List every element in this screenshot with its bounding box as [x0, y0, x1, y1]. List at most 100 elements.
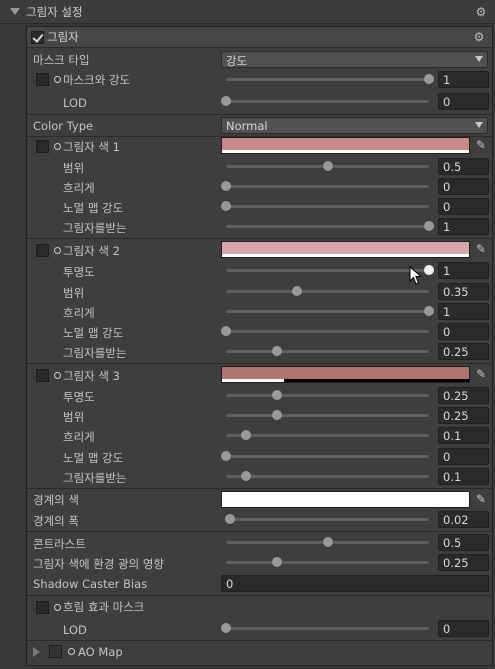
blur-mask-checkbox[interactable]	[36, 601, 49, 614]
lod-field[interactable]: 0	[438, 93, 489, 110]
slider-knob[interactable]	[271, 346, 282, 356]
color-type-dropdown[interactable]: Normal	[221, 117, 488, 134]
shadow2-color-field[interactable]	[221, 241, 470, 258]
shadow2-normal-slider[interactable]	[221, 323, 429, 340]
slider-knob[interactable]	[271, 557, 282, 567]
mask-intensity-field[interactable]: 1	[438, 71, 489, 88]
chevron-down-icon	[475, 56, 483, 62]
shadow1-receive-slider[interactable]	[226, 218, 434, 235]
shadow1-range-slider[interactable]	[226, 158, 429, 175]
shadow1-blur-field[interactable]: 0	[438, 178, 489, 195]
slider-track	[226, 414, 429, 417]
lod-label: LOD	[63, 96, 87, 110]
shadow1-checkbox[interactable]	[36, 140, 49, 153]
border-width-field[interactable]: 0.02	[438, 511, 489, 528]
slider-knob[interactable]	[424, 306, 434, 316]
shadow3-range-slider[interactable]	[226, 407, 429, 424]
shadow3-blur-slider[interactable]	[226, 427, 429, 444]
divider	[27, 640, 492, 641]
ao-map-checkbox[interactable]	[49, 645, 62, 658]
gear-icon[interactable]: ⚙	[474, 5, 488, 19]
blur-lod-value: 0	[443, 622, 451, 636]
shadow2-range-slider[interactable]	[226, 283, 429, 300]
mask-intensity-checkbox[interactable]	[36, 73, 49, 86]
slider-knob[interactable]	[225, 514, 236, 524]
slider-knob[interactable]	[221, 451, 231, 461]
slider-knob[interactable]	[424, 265, 434, 275]
lod-slider[interactable]	[221, 93, 429, 110]
border-color-field[interactable]	[221, 491, 470, 508]
shadow3-range-field[interactable]: 0.25	[438, 407, 489, 424]
shadow-caster-bias-field[interactable]: 0	[221, 575, 489, 592]
slider-knob[interactable]	[241, 471, 252, 481]
gear-icon[interactable]: ⚙	[472, 30, 486, 44]
eyedropper-icon[interactable]: ✎	[474, 242, 488, 256]
slider-knob[interactable]	[221, 326, 231, 336]
shadow2-opacity-field[interactable]: 1	[438, 262, 489, 279]
shadow1-normal-field[interactable]: 0	[438, 198, 489, 215]
slider-knob[interactable]	[292, 286, 303, 296]
env-light-slider[interactable]	[226, 554, 429, 571]
slider-knob[interactable]	[322, 161, 333, 171]
shadow2-receive-slider[interactable]	[226, 343, 429, 360]
foldout-arrow-icon[interactable]	[10, 8, 20, 15]
shadow1-range-field[interactable]: 0.5	[438, 158, 489, 175]
eyedropper-icon[interactable]: ✎	[474, 367, 488, 381]
shadow1-receive-field[interactable]: 1	[438, 218, 489, 235]
blur-lod-field[interactable]: 0	[438, 620, 489, 637]
slider-knob[interactable]	[221, 201, 231, 211]
slider-knob[interactable]	[221, 181, 231, 191]
shadow2-normal-field[interactable]: 0	[438, 323, 489, 340]
slider-track	[226, 330, 429, 333]
border-width-slider[interactable]	[225, 511, 429, 528]
slider-knob[interactable]	[221, 623, 231, 633]
slider-knob[interactable]	[322, 537, 333, 547]
keyframe-dot-icon	[54, 247, 61, 254]
shadow2-range-field[interactable]: 0.35	[438, 283, 489, 300]
foldout-arrow-icon[interactable]	[33, 647, 40, 657]
slider-knob[interactable]	[271, 390, 282, 400]
shadow2-receive-label: 그림자를받는	[63, 346, 127, 360]
shadow3-blur-field[interactable]: 0.1	[438, 427, 489, 444]
section-enable-checkbox[interactable]	[31, 31, 44, 44]
shadow3-opacity-field[interactable]: 0.25	[438, 387, 489, 404]
shadow3-checkbox[interactable]	[36, 369, 49, 382]
shadow3-opacity-slider[interactable]	[226, 387, 429, 404]
slider-knob[interactable]	[424, 221, 434, 231]
shadow2-blur-slider[interactable]	[226, 303, 434, 320]
color-swatch	[222, 492, 469, 507]
eyedropper-icon[interactable]: ✎	[474, 138, 488, 152]
eyedropper-icon[interactable]: ✎	[474, 492, 488, 506]
shadow2-blur-field[interactable]: 1	[438, 303, 489, 320]
mask-type-dropdown[interactable]: 강도	[221, 51, 488, 68]
shadow1-normal-slider[interactable]	[221, 198, 429, 215]
shadow3-receive-slider[interactable]	[226, 468, 429, 485]
env-light-field[interactable]: 0.25	[438, 554, 489, 571]
shadow1-color-field[interactable]	[221, 137, 470, 154]
shadow3-normal-slider[interactable]	[221, 448, 429, 465]
shadow2-opacity-slider[interactable]	[226, 262, 434, 279]
shadow1-blur-slider[interactable]	[221, 178, 429, 195]
component-header[interactable]: 그림자 설정 ⚙	[0, 0, 495, 24]
shadow3-color-field[interactable]	[221, 366, 470, 383]
slider-knob[interactable]	[424, 74, 434, 84]
slider-knob[interactable]	[271, 410, 282, 420]
shadow2-checkbox[interactable]	[36, 244, 49, 257]
shadow2-receive-field[interactable]: 0.25	[438, 343, 489, 360]
contrast-slider[interactable]	[226, 534, 429, 551]
shadow3-range-label: 범위	[63, 410, 85, 424]
shadow-caster-bias-label: Shadow Caster Bias	[33, 577, 148, 591]
slider-knob[interactable]	[241, 430, 252, 440]
mask-intensity-slider[interactable]	[226, 71, 434, 88]
slider-knob[interactable]	[221, 96, 231, 106]
blur-lod-slider[interactable]	[221, 620, 429, 637]
keyframe-dot-icon	[54, 372, 61, 379]
shadow3-receive-field[interactable]: 0.1	[438, 468, 489, 485]
color-type-label: Color Type	[33, 119, 94, 133]
shadow2-opacity-value: 1	[443, 264, 451, 278]
section-header[interactable]	[27, 27, 492, 48]
keyframe-dot-icon	[54, 143, 61, 150]
contrast-field[interactable]: 0.5	[438, 534, 489, 551]
shadow3-normal-field[interactable]: 0	[438, 448, 489, 465]
env-light-value: 0.25	[443, 556, 469, 570]
